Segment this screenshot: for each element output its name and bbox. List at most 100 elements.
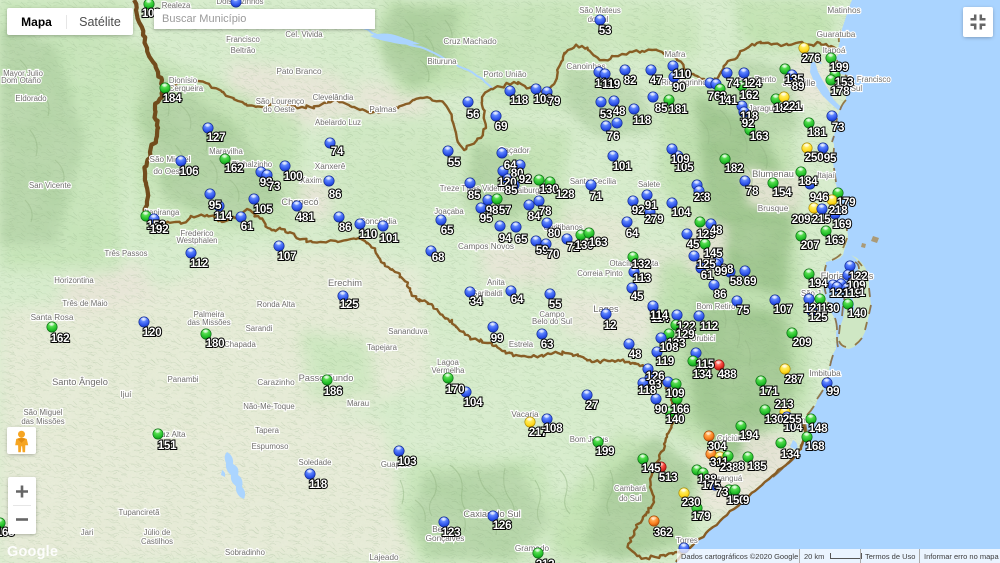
svg-text:Francisco: Francisco (226, 35, 260, 44)
svg-text:Brusque: Brusque (758, 204, 789, 213)
svg-text:9: 9 (743, 494, 750, 507)
svg-text:101: 101 (380, 232, 399, 245)
svg-text:134: 134 (781, 448, 800, 461)
svg-text:Palmas: Palmas (369, 105, 396, 114)
svg-text:São Mateus: São Mateus (579, 6, 621, 15)
svg-text:53: 53 (600, 108, 613, 121)
svg-text:170: 170 (446, 383, 465, 396)
svg-text:194: 194 (740, 429, 759, 442)
svg-text:145: 145 (642, 462, 661, 475)
svg-text:114: 114 (650, 309, 669, 322)
svg-text:119: 119 (656, 355, 675, 368)
svg-text:163: 163 (589, 236, 608, 249)
svg-text:99: 99 (491, 332, 504, 345)
svg-text:Sobradinho: Sobradinho (225, 548, 266, 557)
svg-text:85: 85 (655, 102, 668, 115)
svg-text:63: 63 (541, 338, 554, 351)
svg-text:Bom Retiro: Bom Retiro (697, 302, 737, 311)
svg-text:64: 64 (511, 293, 524, 306)
svg-text:Urubici: Urubici (691, 334, 716, 343)
svg-text:141: 141 (719, 94, 738, 107)
svg-text:Espumoso: Espumoso (252, 442, 290, 451)
svg-text:Anita: Anita (487, 278, 505, 287)
svg-text:47: 47 (650, 74, 662, 87)
svg-text:125: 125 (809, 311, 828, 324)
svg-text:107: 107 (278, 250, 297, 263)
svg-text:163: 163 (750, 130, 769, 143)
svg-text:113: 113 (633, 272, 652, 285)
svg-text:Itajaí: Itajaí (817, 171, 835, 180)
svg-text:481: 481 (296, 211, 315, 224)
svg-text:Bituruna: Bituruna (427, 57, 457, 66)
svg-text:65: 65 (515, 233, 528, 246)
svg-text:86: 86 (329, 188, 342, 201)
svg-text:92: 92 (519, 173, 532, 186)
svg-text:120: 120 (143, 326, 162, 339)
svg-text:74: 74 (727, 77, 740, 90)
svg-text:85: 85 (468, 189, 481, 202)
svg-text:127: 127 (207, 131, 226, 144)
svg-text:250: 250 (805, 151, 824, 164)
svg-text:78: 78 (539, 205, 552, 218)
svg-text:53: 53 (599, 24, 612, 37)
svg-text:Tupanciretã: Tupanciretã (119, 508, 161, 517)
svg-text:8: 8 (738, 460, 745, 473)
svg-text:194: 194 (809, 277, 828, 290)
svg-text:112: 112 (190, 257, 209, 270)
svg-text:Horizontina: Horizontina (54, 276, 94, 285)
svg-text:184: 184 (163, 92, 182, 105)
svg-text:110: 110 (673, 68, 692, 81)
svg-text:118: 118 (638, 384, 657, 397)
svg-text:Santa Rosa: Santa Rosa (31, 313, 74, 322)
svg-text:119: 119 (602, 78, 621, 91)
svg-text:86: 86 (339, 221, 352, 234)
svg-text:171: 171 (760, 385, 779, 398)
svg-text:162: 162 (740, 89, 759, 102)
svg-text:86: 86 (714, 288, 727, 301)
svg-text:103: 103 (398, 455, 417, 468)
svg-text:118: 118 (633, 114, 652, 127)
svg-text:168: 168 (806, 440, 825, 453)
svg-text:108: 108 (660, 341, 679, 354)
svg-text:199: 199 (830, 61, 849, 74)
svg-text:61: 61 (241, 220, 254, 233)
svg-text:114: 114 (214, 210, 233, 223)
svg-text:110: 110 (359, 228, 378, 241)
svg-text:946: 946 (810, 191, 829, 204)
svg-text:Carazinho: Carazinho (257, 378, 295, 387)
svg-text:238: 238 (720, 461, 739, 474)
svg-text:64: 64 (626, 227, 639, 240)
svg-text:221: 221 (783, 100, 802, 113)
svg-text:68: 68 (432, 251, 445, 264)
svg-text:95: 95 (480, 212, 493, 225)
svg-text:118: 118 (309, 478, 328, 491)
svg-text:79: 79 (548, 95, 561, 108)
svg-text:69: 69 (744, 275, 757, 288)
svg-text:276: 276 (802, 52, 821, 65)
svg-text:85: 85 (505, 184, 518, 197)
svg-text:48: 48 (613, 105, 626, 118)
svg-text:162: 162 (51, 332, 70, 345)
svg-text:192: 192 (150, 223, 169, 236)
svg-text:Eldorado: Eldorado (15, 94, 47, 103)
svg-text:Lajeado: Lajeado (369, 553, 399, 562)
svg-text:130: 130 (765, 413, 784, 426)
svg-text:Erechim: Erechim (328, 278, 362, 288)
svg-text:61: 61 (701, 269, 714, 282)
svg-text:100: 100 (284, 170, 303, 183)
svg-text:Cel. Vivida: Cel. Vivida (285, 30, 323, 39)
svg-text:215: 215 (812, 213, 831, 226)
svg-text:180: 180 (206, 337, 225, 350)
svg-text:Salete: Salete (638, 180, 660, 189)
svg-text:209: 209 (792, 213, 811, 226)
svg-text:Sarandi: Sarandi (246, 324, 273, 333)
svg-text:55: 55 (448, 156, 461, 169)
svg-text:80: 80 (548, 227, 561, 240)
svg-text:112: 112 (700, 320, 719, 333)
svg-text:Matinhos: Matinhos (827, 6, 860, 15)
svg-text:Correia Pinto: Correia Pinto (577, 269, 623, 278)
svg-text:362: 362 (654, 526, 673, 539)
svg-text:123: 123 (442, 526, 461, 539)
svg-text:57: 57 (499, 204, 511, 217)
svg-text:213: 213 (536, 558, 555, 563)
